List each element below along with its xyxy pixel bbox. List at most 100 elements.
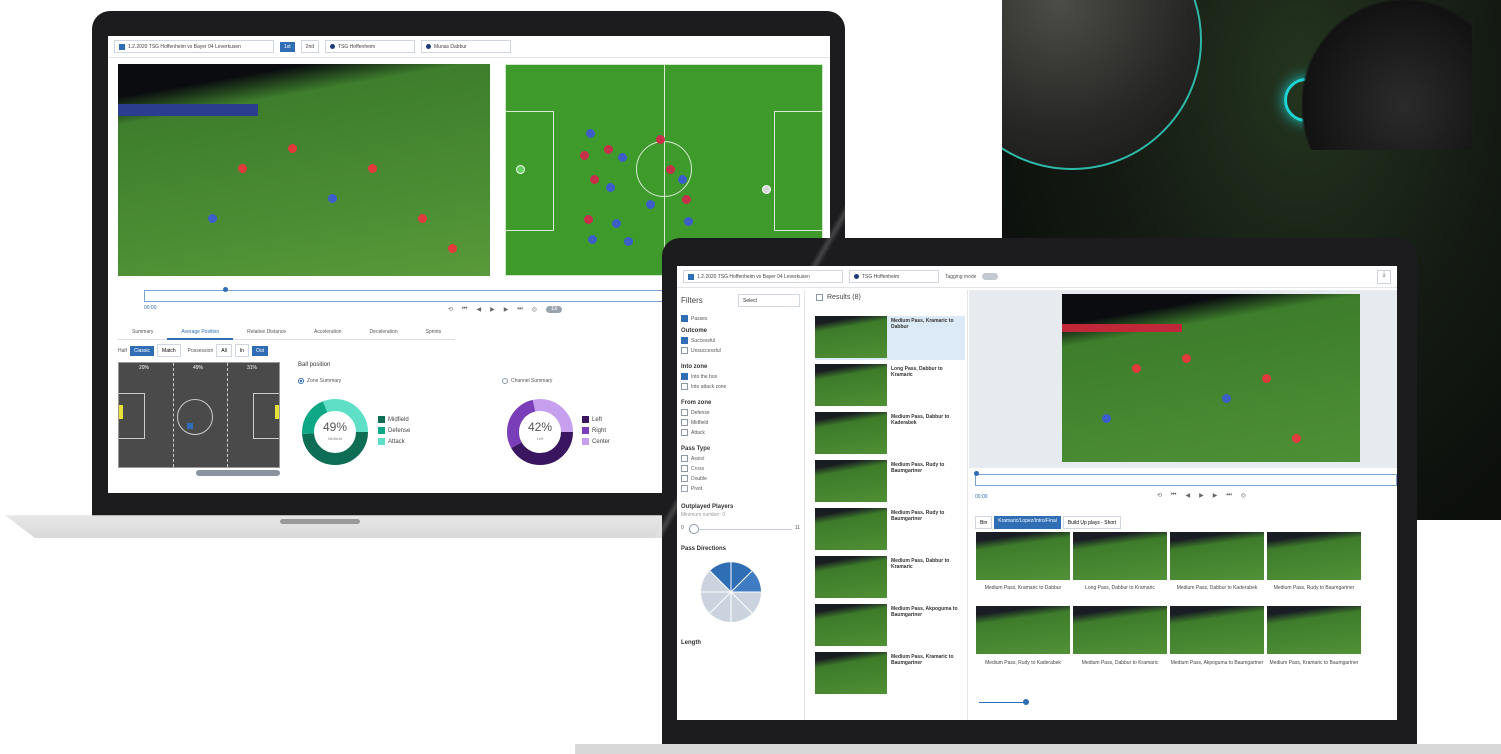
tab-summary[interactable]: Summary bbox=[118, 326, 168, 340]
tab-playlist-active[interactable]: Kramaric/Lopez/Intro/Final bbox=[994, 516, 1061, 529]
clip-thumbnail[interactable] bbox=[1170, 532, 1264, 580]
loop-icon[interactable]: ⟲ bbox=[1157, 492, 1162, 499]
clip-thumbnail[interactable] bbox=[1073, 532, 1167, 580]
zone-summary-radio[interactable]: Zone Summary bbox=[298, 378, 341, 384]
outplayed-slider[interactable]: 0 11 bbox=[681, 524, 800, 534]
skip-start-icon[interactable]: ⏮ bbox=[462, 306, 467, 313]
clip-thumbnail[interactable] bbox=[976, 606, 1070, 654]
half-1st-button[interactable]: 1st bbox=[280, 41, 295, 52]
passes-checkbox[interactable] bbox=[681, 315, 688, 322]
team-select[interactable]: TSG Hoffenheim bbox=[325, 40, 416, 53]
player-badge-icon bbox=[426, 44, 432, 49]
toolbar-2: 1.2.2020 TSG Hoffenheim vs Bayer 04 Leve… bbox=[677, 266, 1397, 288]
radio-on-icon bbox=[298, 378, 304, 384]
attack-checkbox[interactable] bbox=[681, 429, 688, 436]
scroll-handle[interactable] bbox=[196, 470, 280, 476]
channel-donut: 42% Left bbox=[506, 398, 574, 466]
defense-checkbox[interactable] bbox=[681, 409, 688, 416]
camera-icon[interactable]: ◎ bbox=[1241, 492, 1246, 499]
results-list: Results (8) Medium Pass, Kramaric to Dab… bbox=[810, 290, 968, 720]
zoom-thumb[interactable] bbox=[1023, 699, 1029, 705]
midfield-checkbox[interactable] bbox=[681, 419, 688, 426]
calendar-icon bbox=[119, 43, 125, 50]
team-badge-icon bbox=[854, 274, 859, 279]
tab-sprints[interactable]: Sprints bbox=[411, 326, 456, 340]
loop-icon[interactable]: ⟲ bbox=[448, 306, 453, 313]
result-item[interactable]: Medium Pass, Kramaric to Dabbur bbox=[815, 316, 965, 360]
unsuccessful-checkbox[interactable] bbox=[681, 347, 688, 354]
tab-build-up[interactable]: Build Up plays - Short bbox=[1062, 516, 1122, 529]
zone-heat-pitch: 20% 49% 31% bbox=[118, 362, 280, 468]
match-button[interactable]: Match bbox=[157, 344, 181, 357]
video-timeline-2[interactable] bbox=[974, 471, 1397, 486]
successful-checkbox[interactable] bbox=[681, 337, 688, 344]
result-item[interactable]: Medium Pass, Dabbur to Kramaric bbox=[815, 556, 965, 600]
radio-off-icon bbox=[502, 378, 508, 384]
possession-out-button[interactable]: Out bbox=[251, 345, 269, 356]
result-item[interactable]: Medium Pass, Rudy to Baumgartner bbox=[815, 508, 965, 552]
team-select-2[interactable]: TSG Hoffenheim bbox=[849, 270, 939, 283]
player-select[interactable]: Munas Dabbur bbox=[421, 40, 512, 53]
double-checkbox[interactable] bbox=[681, 475, 688, 482]
forward-icon[interactable]: ▶ bbox=[504, 306, 509, 313]
result-item[interactable]: Medium Pass, Kramaric to Baumgartner bbox=[815, 652, 965, 696]
select-all-checkbox[interactable] bbox=[816, 294, 823, 301]
timeline-playhead[interactable] bbox=[974, 471, 979, 476]
filter-select[interactable]: Select bbox=[738, 294, 800, 307]
tab-deceleration[interactable]: Deceleration bbox=[355, 326, 412, 340]
forward-icon[interactable]: ▶ bbox=[1213, 492, 1218, 499]
tab-acceleration[interactable]: Acceleration bbox=[300, 326, 356, 340]
channel-legend: Left Right Center bbox=[582, 416, 610, 445]
tab-average-position[interactable]: Average Position bbox=[167, 326, 234, 340]
rewind-icon[interactable]: ◀ bbox=[476, 306, 481, 313]
mode-bar: Half Classic Match Possession All In Out bbox=[118, 344, 269, 357]
slider-thumb[interactable] bbox=[689, 524, 699, 534]
video-frame[interactable] bbox=[1062, 294, 1360, 462]
clip-thumbnail[interactable] bbox=[1073, 606, 1167, 654]
play-icon[interactable]: ▶ bbox=[490, 306, 495, 313]
clip-thumbnail[interactable] bbox=[1267, 606, 1361, 654]
half-2nd-button[interactable]: 2nd bbox=[300, 40, 320, 53]
result-item[interactable]: Medium Pass, Rudy to Baumgartner bbox=[815, 460, 965, 504]
rewind-icon[interactable]: ◀ bbox=[1185, 492, 1190, 499]
assist-checkbox[interactable] bbox=[681, 455, 688, 462]
result-item[interactable]: Medium Pass, Dabbur to Kaderabek bbox=[815, 412, 965, 456]
laptop-right-base bbox=[575, 744, 1501, 754]
clip-thumbnail[interactable] bbox=[1170, 606, 1264, 654]
tab-relative-distance[interactable]: Relative Distance bbox=[233, 326, 301, 340]
classic-button[interactable]: Classic bbox=[129, 345, 155, 356]
into-attack-checkbox[interactable] bbox=[681, 383, 688, 390]
match-select-2[interactable]: 1.2.2020 TSG Hoffenheim vs Bayer 04 Leve… bbox=[683, 270, 843, 283]
tagging-toggle[interactable] bbox=[982, 273, 999, 280]
skip-start-icon[interactable]: ⏮ bbox=[1171, 492, 1176, 499]
tab-bin[interactable]: Bin bbox=[975, 516, 993, 529]
channel-summary-radio[interactable]: Channel Summary bbox=[502, 378, 552, 384]
zone-legend: Midfield Defense Attack bbox=[378, 416, 410, 445]
pass-direction-wheel[interactable] bbox=[699, 560, 763, 624]
broadcast-video[interactable] bbox=[118, 64, 490, 276]
into-box-checkbox[interactable] bbox=[681, 373, 688, 380]
camera-icon[interactable]: ◎ bbox=[532, 306, 537, 313]
clip-thumbnail[interactable] bbox=[1267, 532, 1361, 580]
cross-checkbox[interactable] bbox=[681, 465, 688, 472]
possession-in-button[interactable]: In bbox=[234, 344, 249, 357]
timeline-playhead[interactable] bbox=[223, 287, 228, 292]
download-icon[interactable]: ⤓ bbox=[1377, 269, 1391, 284]
match-select[interactable]: 1.2.2020 TSG Hoffenheim vs Bayer 04 Leve… bbox=[114, 40, 274, 53]
pivot-checkbox[interactable] bbox=[681, 485, 688, 492]
video-timeline[interactable] bbox=[144, 287, 704, 302]
playback-controls: ⟲ ⏮ ◀ ▶ ▶ ⏭ ◎ 1x bbox=[448, 306, 563, 313]
marketing-stage: 1.2.2020 TSG Hoffenheim vs Bayer 04 Leve… bbox=[0, 0, 1501, 754]
skip-end-icon[interactable]: ⏭ bbox=[1226, 492, 1231, 499]
toolbar: 1.2.2020 TSG Hoffenheim vs Bayer 04 Leve… bbox=[108, 36, 830, 58]
playlist-tabs: Bin Kramaric/Lopez/Intro/Final Build Up … bbox=[975, 516, 1122, 529]
speed-badge[interactable]: 1x bbox=[545, 306, 563, 313]
clip-thumbnail[interactable] bbox=[976, 532, 1070, 580]
play-icon[interactable]: ▶ bbox=[1199, 492, 1204, 499]
result-item[interactable]: Medium Pass, Akpoguma to Baumgartner bbox=[815, 604, 965, 648]
zone-donut: 49% Midfield bbox=[301, 398, 369, 466]
result-item[interactable]: Long Pass, Dabbur to Kramaric bbox=[815, 364, 965, 408]
zoom-slider[interactable] bbox=[979, 699, 1029, 705]
skip-end-icon[interactable]: ⏭ bbox=[517, 306, 522, 313]
possession-all-button[interactable]: All bbox=[216, 344, 232, 357]
